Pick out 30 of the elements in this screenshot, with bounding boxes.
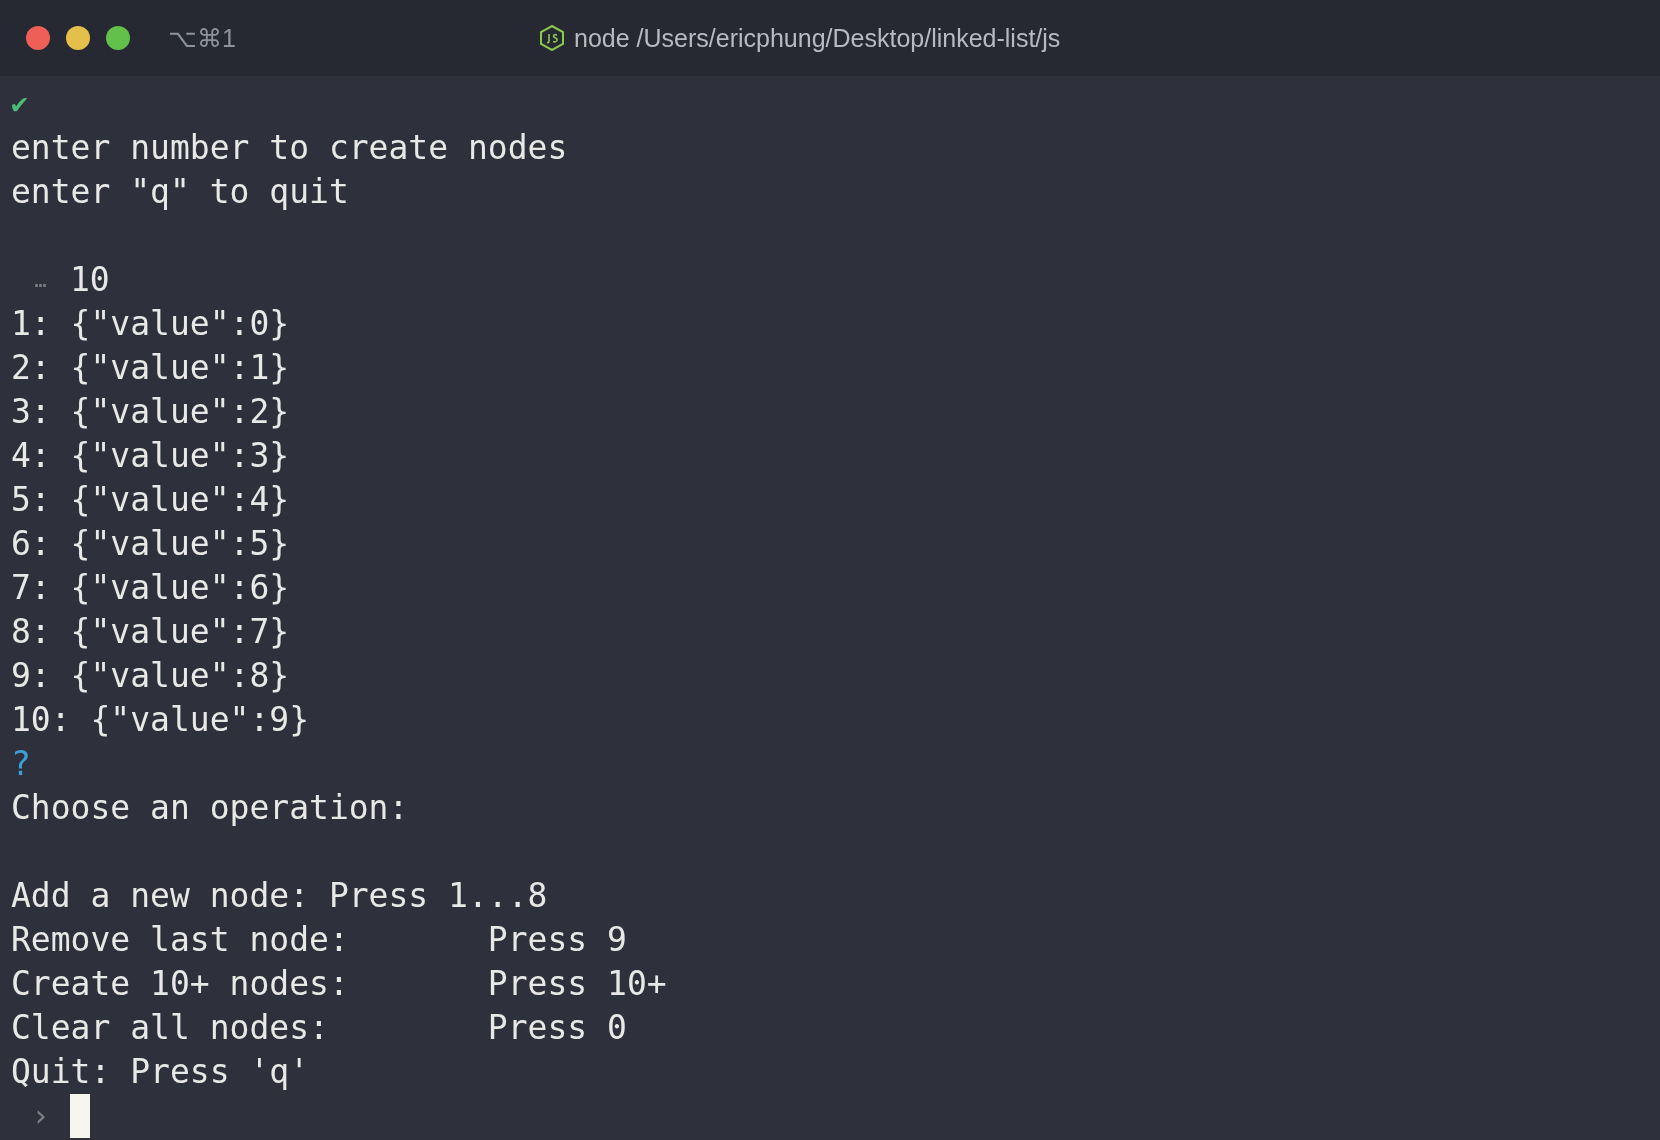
output-line: 10: {"value":9}	[11, 700, 309, 740]
tab-shortcut: ⌥⌘1	[168, 23, 236, 53]
output-line: Quit: Press 'q'	[11, 1052, 309, 1092]
output-line: 4: {"value":3}	[11, 436, 290, 476]
prompt-symbol: ›	[30, 1101, 51, 1131]
output-line: 6: {"value":5}	[11, 524, 290, 564]
close-button[interactable]	[26, 26, 50, 50]
output-line: Choose an operation:	[11, 788, 409, 828]
output-line: 2: {"value":1}	[11, 348, 290, 388]
output-line: enter number to create nodes	[11, 128, 568, 168]
output-line: enter "q" to quit	[11, 172, 349, 212]
check-mark: ✔	[11, 90, 28, 118]
maximize-button[interactable]	[106, 26, 130, 50]
output-line: Create 10+ nodes: Press 10+	[11, 964, 667, 1004]
input-value: 10	[70, 260, 110, 300]
hexagon-js-icon	[540, 25, 564, 51]
output-line: 8: {"value":7}	[11, 612, 290, 652]
output-line: 5: {"value":4}	[11, 480, 290, 520]
output-line: Add a new node: Press 1...8	[11, 876, 548, 916]
output-line: 9: {"value":8}	[11, 656, 290, 696]
ellipsis-prompt: …	[33, 270, 48, 290]
window-title: node /Users/ericphung/Desktop/linked-list/js	[574, 23, 1061, 53]
output-line: Remove last node: Press 9	[11, 920, 627, 960]
text-cursor	[70, 1094, 90, 1138]
question-mark: ?	[11, 744, 31, 784]
output-line: 3: {"value":2}	[11, 392, 290, 432]
output-line: 1: {"value":0}	[11, 304, 290, 344]
output-line: Clear all nodes: Press 0	[11, 1008, 627, 1048]
output-line: 7: {"value":6}	[11, 568, 290, 608]
minimize-button[interactable]	[66, 26, 90, 50]
